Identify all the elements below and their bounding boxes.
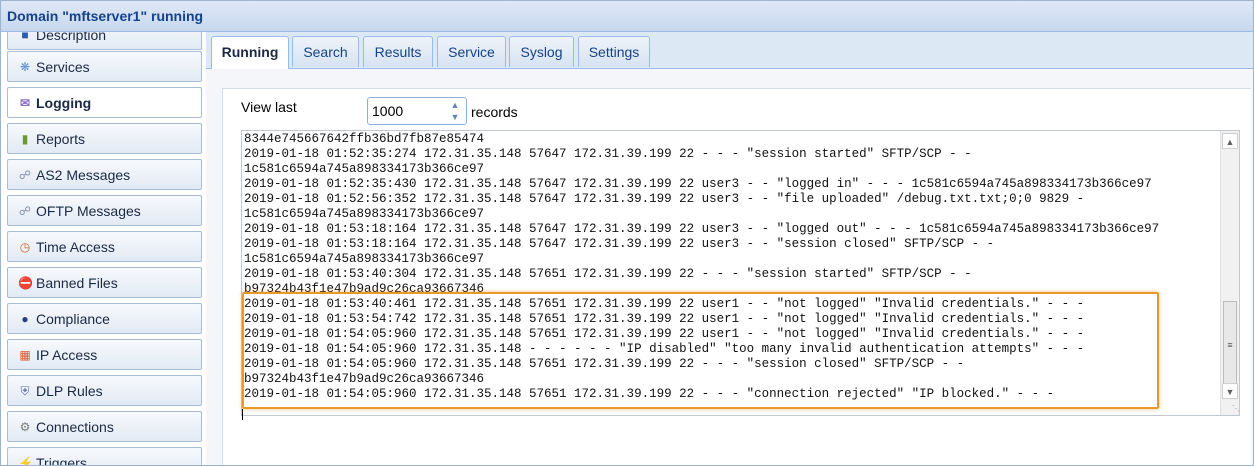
records-label: records	[471, 104, 518, 120]
tab-service[interactable]: Service	[437, 36, 506, 67]
log-line: 2019-01-18 01:53:40:304 172.31.35.148 57…	[244, 267, 972, 281]
log-line: 2019-01-18 01:53:40:461 172.31.35.148 57…	[244, 297, 1085, 311]
as2-icon: ☍	[18, 168, 32, 182]
spinner-down-icon[interactable]: ▼	[446, 111, 464, 123]
tab-syslog[interactable]: Syslog	[509, 36, 574, 67]
log-line: 2019-01-18 01:52:35:430 172.31.35.148 57…	[244, 177, 1152, 191]
sidebar-item-as2-messages[interactable]: ☍ AS2 Messages	[7, 159, 202, 190]
sidebar-item-banned-files[interactable]: ⛔ Banned Files	[7, 267, 202, 298]
log-line: b97324b43f1e47b9ad9c26ca93667346	[244, 372, 485, 386]
window-titlebar: Domain "mftserver1" running	[1, 1, 1253, 32]
sidebar-item-oftp-messages[interactable]: ☍ OFTP Messages	[7, 195, 202, 226]
log-textarea[interactable]: 8344e745667642ffb36bd7fb87e85474 2019-01-…	[241, 130, 1240, 416]
sidebar-item-connections[interactable]: ⚙ Connections	[7, 411, 202, 442]
log-container: View last ▲ ▼ records 8344e745667642ffb3…	[222, 88, 1251, 465]
sidebar-item-label: AS2 Messages	[36, 167, 131, 183]
oftp-icon: ☍	[18, 204, 32, 218]
log-line: 2019-01-18 01:54:05:960 172.31.35.148 57…	[244, 327, 1085, 341]
vertical-scrollbar[interactable]: ▲ ≡ ▼	[1220, 131, 1239, 415]
scroll-up-icon[interactable]: ▲	[1222, 133, 1238, 149]
sidebar-item-label: Time Access	[36, 239, 115, 255]
window-title: Domain "mftserver1" running	[7, 8, 204, 24]
records-spinner[interactable]: ▲ ▼	[367, 97, 467, 125]
tab-running[interactable]: Running	[211, 36, 289, 69]
services-icon: ❋	[19, 60, 31, 74]
scroll-down-icon[interactable]: ▼	[1222, 383, 1238, 399]
log-line: 2019-01-18 01:54:05:960 172.31.35.148 - …	[244, 342, 1085, 356]
text-caret	[242, 409, 243, 420]
sidebar-item-description[interactable]: ■ Description	[7, 32, 202, 50]
banned-files-icon: ⛔	[18, 276, 33, 290]
connections-icon: ⚙	[19, 420, 31, 434]
tab-results[interactable]: Results	[363, 36, 433, 67]
triggers-icon: ⚡	[18, 456, 33, 466]
log-lines: 8344e745667642ffb36bd7fb87e85474 2019-01-…	[244, 132, 1219, 402]
sidebar-item-dlp-rules[interactable]: ⛨ DLP Rules	[7, 375, 202, 406]
sidebar-item-label: Description	[36, 32, 107, 43]
sidebar-item-triggers[interactable]: ⚡ Triggers	[7, 447, 202, 466]
scroll-thumb[interactable]: ≡	[1223, 301, 1237, 389]
tab-strip: Running Search Results Service Syslog Se…	[206, 32, 1253, 69]
log-line: b97324b43f1e47b9ad9c26ca93667346	[244, 282, 485, 296]
domain-window: Domain "mftserver1" running ■ Descriptio…	[0, 0, 1254, 466]
log-line: 2019-01-18 01:52:56:352 172.31.35.148 57…	[244, 192, 1085, 206]
log-line: 1c581c6594a745a898334173b366ce97	[244, 162, 485, 176]
sidebar-item-services[interactable]: ❋ Services	[7, 51, 202, 82]
time-access-icon: ◷	[19, 240, 31, 254]
log-line: 1c581c6594a745a898334173b366ce97	[244, 207, 485, 221]
records-input[interactable]	[372, 103, 432, 119]
log-line: 2019-01-18 01:52:35:274 172.31.35.148 57…	[244, 147, 972, 161]
log-line: 8344e745667642ffb36bd7fb87e85474	[244, 132, 485, 146]
sidebar-item-logging[interactable]: ✉ Logging	[7, 87, 202, 118]
dlp-rules-icon: ⛨	[20, 384, 30, 398]
tab-search[interactable]: Search	[292, 36, 359, 67]
sidebar-item-label: Logging	[36, 95, 92, 111]
sidebar-item-label: Connections	[36, 419, 114, 435]
sidebar-item-compliance[interactable]: ● Compliance	[7, 303, 202, 334]
log-line: 2019-01-18 01:53:54:742 172.31.35.148 57…	[244, 312, 1085, 326]
reports-icon: ▮	[21, 132, 29, 146]
tab-settings[interactable]: Settings	[578, 36, 650, 67]
sidebar-item-label: Reports	[36, 131, 86, 147]
log-line: 2019-01-18 01:54:05:960 172.31.35.148 57…	[244, 357, 965, 371]
sidebar-item-label: Services	[36, 59, 90, 75]
log-line: 2019-01-18 01:53:18:164 172.31.35.148 57…	[244, 222, 1160, 236]
resize-grip-icon[interactable]: ⋱	[1232, 404, 1242, 414]
sidebar-item-time-access[interactable]: ◷ Time Access	[7, 231, 202, 262]
spinner-up-icon[interactable]: ▲	[446, 99, 464, 111]
logging-icon: ✉	[19, 96, 31, 110]
sidebar-item-ip-access[interactable]: ▦ IP Access	[7, 339, 202, 370]
running-panel: View last ▲ ▼ records 8344e745667642ffb3…	[206, 69, 1253, 465]
sidebar-item-label: Triggers	[36, 455, 87, 466]
sidebar-item-label: DLP Rules	[36, 383, 103, 399]
sidebar: ■ Description ❋ Services ✉ Logging ▮ Rep…	[1, 32, 205, 466]
sidebar-item-reports[interactable]: ▮ Reports	[7, 123, 202, 154]
sidebar-item-label: IP Access	[36, 347, 98, 363]
log-line: 2019-01-18 01:53:18:164 172.31.35.148 57…	[244, 237, 995, 251]
compliance-icon: ●	[21, 312, 29, 326]
sidebar-item-label: Compliance	[36, 311, 110, 327]
log-line: 2019-01-18 01:54:05:960 172.31.35.148 57…	[244, 387, 1055, 401]
sidebar-item-label: OFTP Messages	[36, 203, 141, 219]
description-icon: ■	[21, 32, 29, 42]
sidebar-item-label: Banned Files	[36, 275, 118, 291]
ip-access-icon: ▦	[19, 348, 31, 362]
log-line: 1c581c6594a745a898334173b366ce97	[244, 252, 485, 266]
view-last-label: View last	[241, 99, 297, 115]
